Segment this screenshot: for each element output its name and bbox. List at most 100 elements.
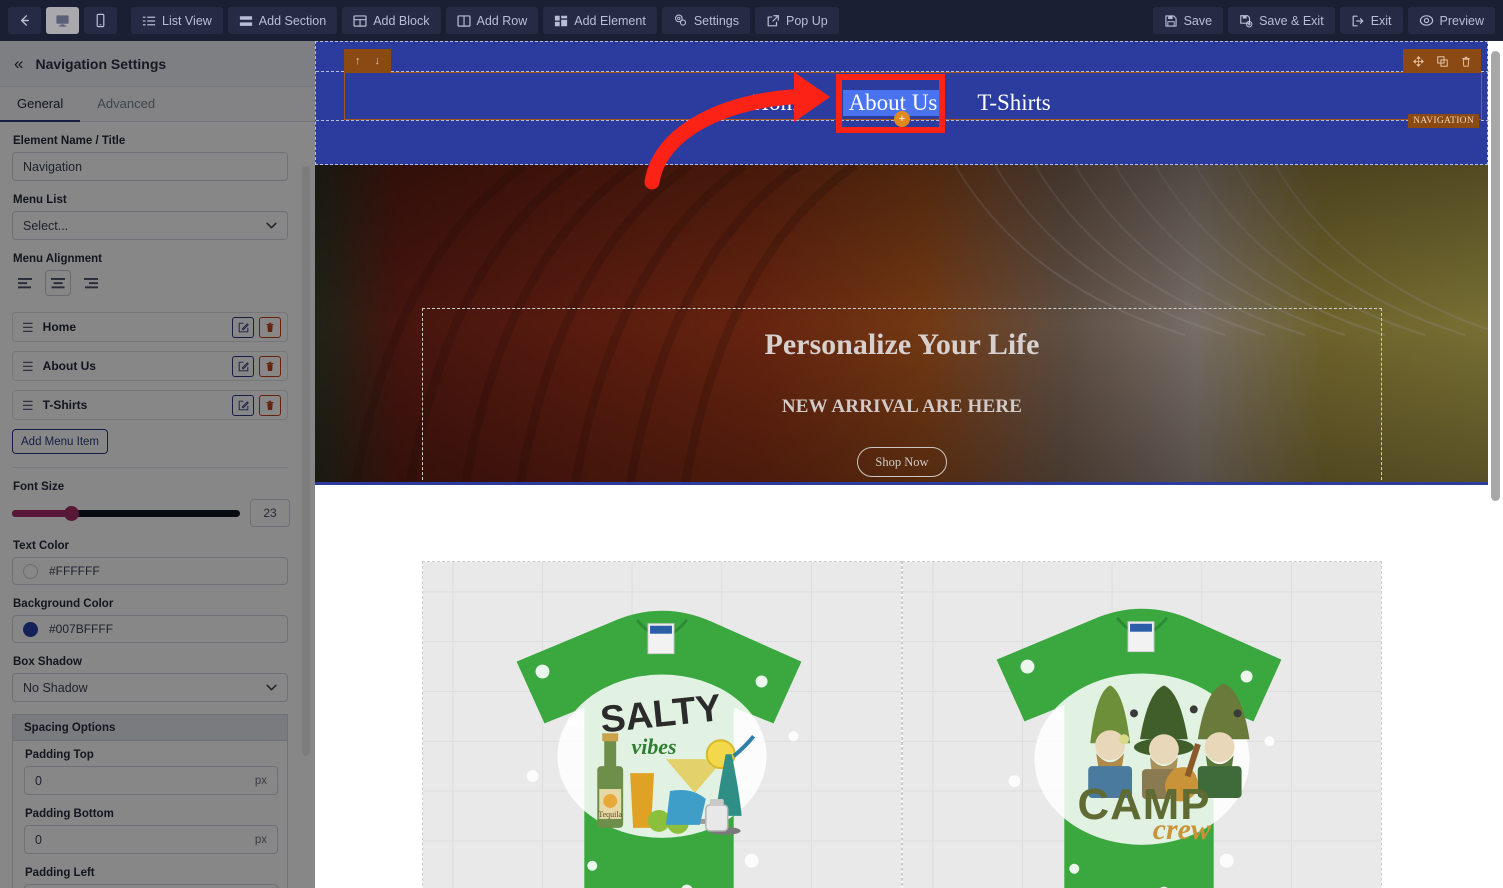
list-view-icon	[142, 14, 156, 28]
save-label: Save	[1183, 13, 1213, 28]
product-card[interactable]: SALTY vibes Tequila	[422, 561, 902, 888]
text-color-swatch[interactable]	[23, 563, 38, 579]
padding-top-unit: px	[254, 774, 267, 787]
edit-menu-item-button[interactable]	[232, 394, 254, 416]
hero-subheading: NEW ARRIVAL ARE HERE	[781, 396, 1023, 417]
save-icon	[1164, 14, 1178, 28]
divider	[12, 467, 288, 468]
padding-bottom-input[interactable]: 0 px	[24, 825, 278, 854]
trash-icon[interactable]	[1461, 56, 1471, 67]
background-color-swatch[interactable]	[23, 621, 38, 637]
move-up-icon[interactable]: ↑	[355, 55, 361, 67]
menu-alignment-label: Menu Alignment	[13, 253, 103, 265]
svg-text:vibes: vibes	[632, 734, 677, 759]
padding-left-input[interactable]: 0 px	[24, 884, 278, 888]
products-section: SALTY vibes Tequila CAMP crew	[315, 487, 1503, 888]
tab-general[interactable]: General	[0, 87, 81, 122]
preview-icon	[1419, 13, 1434, 28]
add-block-icon	[353, 14, 367, 28]
shop-now-button[interactable]: Shop Now	[857, 447, 947, 477]
add-section-button[interactable]: Add Section	[227, 7, 338, 34]
element-name-input[interactable]: Navigation	[12, 152, 288, 181]
hero-section[interactable]: Personalize Your Life NEW ARRIVAL ARE HE…	[315, 165, 1488, 485]
padding-bottom-label: Padding Bottom	[25, 808, 114, 820]
sidebar-header: « Navigation Settings	[0, 41, 315, 87]
edit-menu-item-button[interactable]	[232, 355, 254, 377]
device-desktop-button[interactable]	[46, 7, 79, 34]
delete-menu-item-button[interactable]	[259, 355, 281, 377]
duplicate-icon[interactable]	[1437, 55, 1448, 67]
edit-menu-item-button[interactable]	[232, 316, 254, 338]
save-and-exit-button[interactable]: Save & Exit	[1228, 7, 1335, 34]
add-block-label: Add Block	[373, 13, 430, 28]
toolbar-left-group	[8, 7, 117, 34]
trash-icon	[266, 322, 274, 332]
delete-menu-item-button[interactable]	[259, 316, 281, 338]
box-shadow-value: No Shadow	[23, 680, 88, 695]
product-card[interactable]: CAMP crew	[902, 561, 1382, 888]
font-size-value[interactable]: 23	[250, 499, 290, 527]
sidebar-tabs: General Advanced	[0, 87, 315, 122]
add-element-button[interactable]: Add Element	[543, 7, 657, 34]
menu-list-select[interactable]: Select...	[12, 211, 288, 240]
add-block-button[interactable]: Add Block	[342, 7, 441, 34]
salty-vibes-tee-image: SALTY vibes Tequila	[423, 562, 901, 888]
box-shadow-select[interactable]: No Shadow	[12, 673, 288, 702]
menu-item-row[interactable]: ☰ T-Shirts	[12, 390, 288, 420]
add-element-label: Add Element	[574, 13, 646, 28]
toolbar-action-group: List View Add Section Add Block Add Row …	[131, 7, 839, 34]
padding-top-input[interactable]: 0 px	[24, 766, 278, 795]
collapse-icon[interactable]: «	[14, 55, 24, 72]
menu-item-row[interactable]: ☰ Home	[12, 312, 288, 342]
align-left-button[interactable]	[12, 270, 38, 296]
add-element-plus-icon[interactable]: +	[894, 111, 910, 127]
popup-icon	[766, 14, 780, 28]
preview-button[interactable]: Preview	[1407, 7, 1495, 34]
row-move-handle[interactable]: ↑ ↓	[344, 49, 391, 73]
padding-top-value: 0	[35, 773, 42, 788]
add-row-icon	[456, 14, 471, 28]
slider-knob[interactable]	[64, 505, 79, 521]
menu-items-list: ☰ Home ☰ About Us ☰ T-Shirts	[12, 312, 303, 420]
move-down-icon[interactable]: ↓	[375, 55, 381, 67]
add-menu-item-button[interactable]: Add Menu Item	[12, 429, 108, 454]
text-color-input[interactable]: #FFFFFF	[12, 557, 288, 585]
chevron-down-icon	[266, 684, 277, 691]
navigation-row-outline[interactable]: ↑ ↓ NAVIGATION	[344, 49, 1482, 128]
gear-icon	[673, 13, 688, 28]
background-color-label: Background Color	[13, 598, 114, 610]
navigation-section[interactable]: Home About Us T-Shirts ↑ ↓ NAVIGATION	[315, 41, 1489, 165]
add-row-button[interactable]: Add Row	[445, 7, 539, 34]
back-button[interactable]	[8, 7, 41, 34]
canvas-scrollbar[interactable]	[1491, 51, 1500, 501]
tab-advanced[interactable]: Advanced	[80, 87, 172, 122]
drag-handle-icon[interactable]: ☰	[22, 360, 34, 373]
font-size-control: 23	[12, 499, 303, 527]
delete-menu-item-button[interactable]	[259, 394, 281, 416]
settings-label: Settings	[693, 13, 739, 28]
align-center-button[interactable]	[45, 270, 71, 296]
save-button[interactable]: Save	[1152, 7, 1224, 34]
popup-button[interactable]: Pop Up	[754, 7, 839, 34]
drag-handle-icon[interactable]: ☰	[22, 399, 34, 412]
background-color-input[interactable]: #007BFFFF	[12, 615, 288, 643]
move-icon[interactable]	[1413, 55, 1424, 67]
device-mobile-button[interactable]	[84, 7, 117, 34]
menu-item-row[interactable]: ☰ About Us	[12, 351, 288, 381]
sidebar-scrollbar[interactable]	[302, 166, 310, 756]
padding-bottom-value: 0	[35, 832, 42, 847]
padding-top-label: Padding Top	[25, 749, 94, 761]
camp-crew-tee-image: CAMP crew	[903, 562, 1381, 888]
settings-button[interactable]: Settings	[661, 7, 750, 34]
align-right-button[interactable]	[78, 270, 104, 296]
font-size-slider[interactable]	[12, 505, 240, 521]
mobile-icon	[93, 13, 108, 28]
box-shadow-label: Box Shadow	[13, 656, 83, 668]
desktop-icon	[55, 13, 70, 28]
spacing-options-header[interactable]: Spacing Options	[12, 714, 288, 740]
list-view-button[interactable]: List View	[131, 7, 223, 34]
exit-button[interactable]: Exit	[1339, 7, 1403, 34]
drag-handle-icon[interactable]: ☰	[22, 321, 34, 334]
add-section-label: Add Section	[258, 13, 327, 28]
hero-content-block[interactable]: Personalize Your Life NEW ARRIVAL ARE HE…	[422, 308, 1382, 485]
